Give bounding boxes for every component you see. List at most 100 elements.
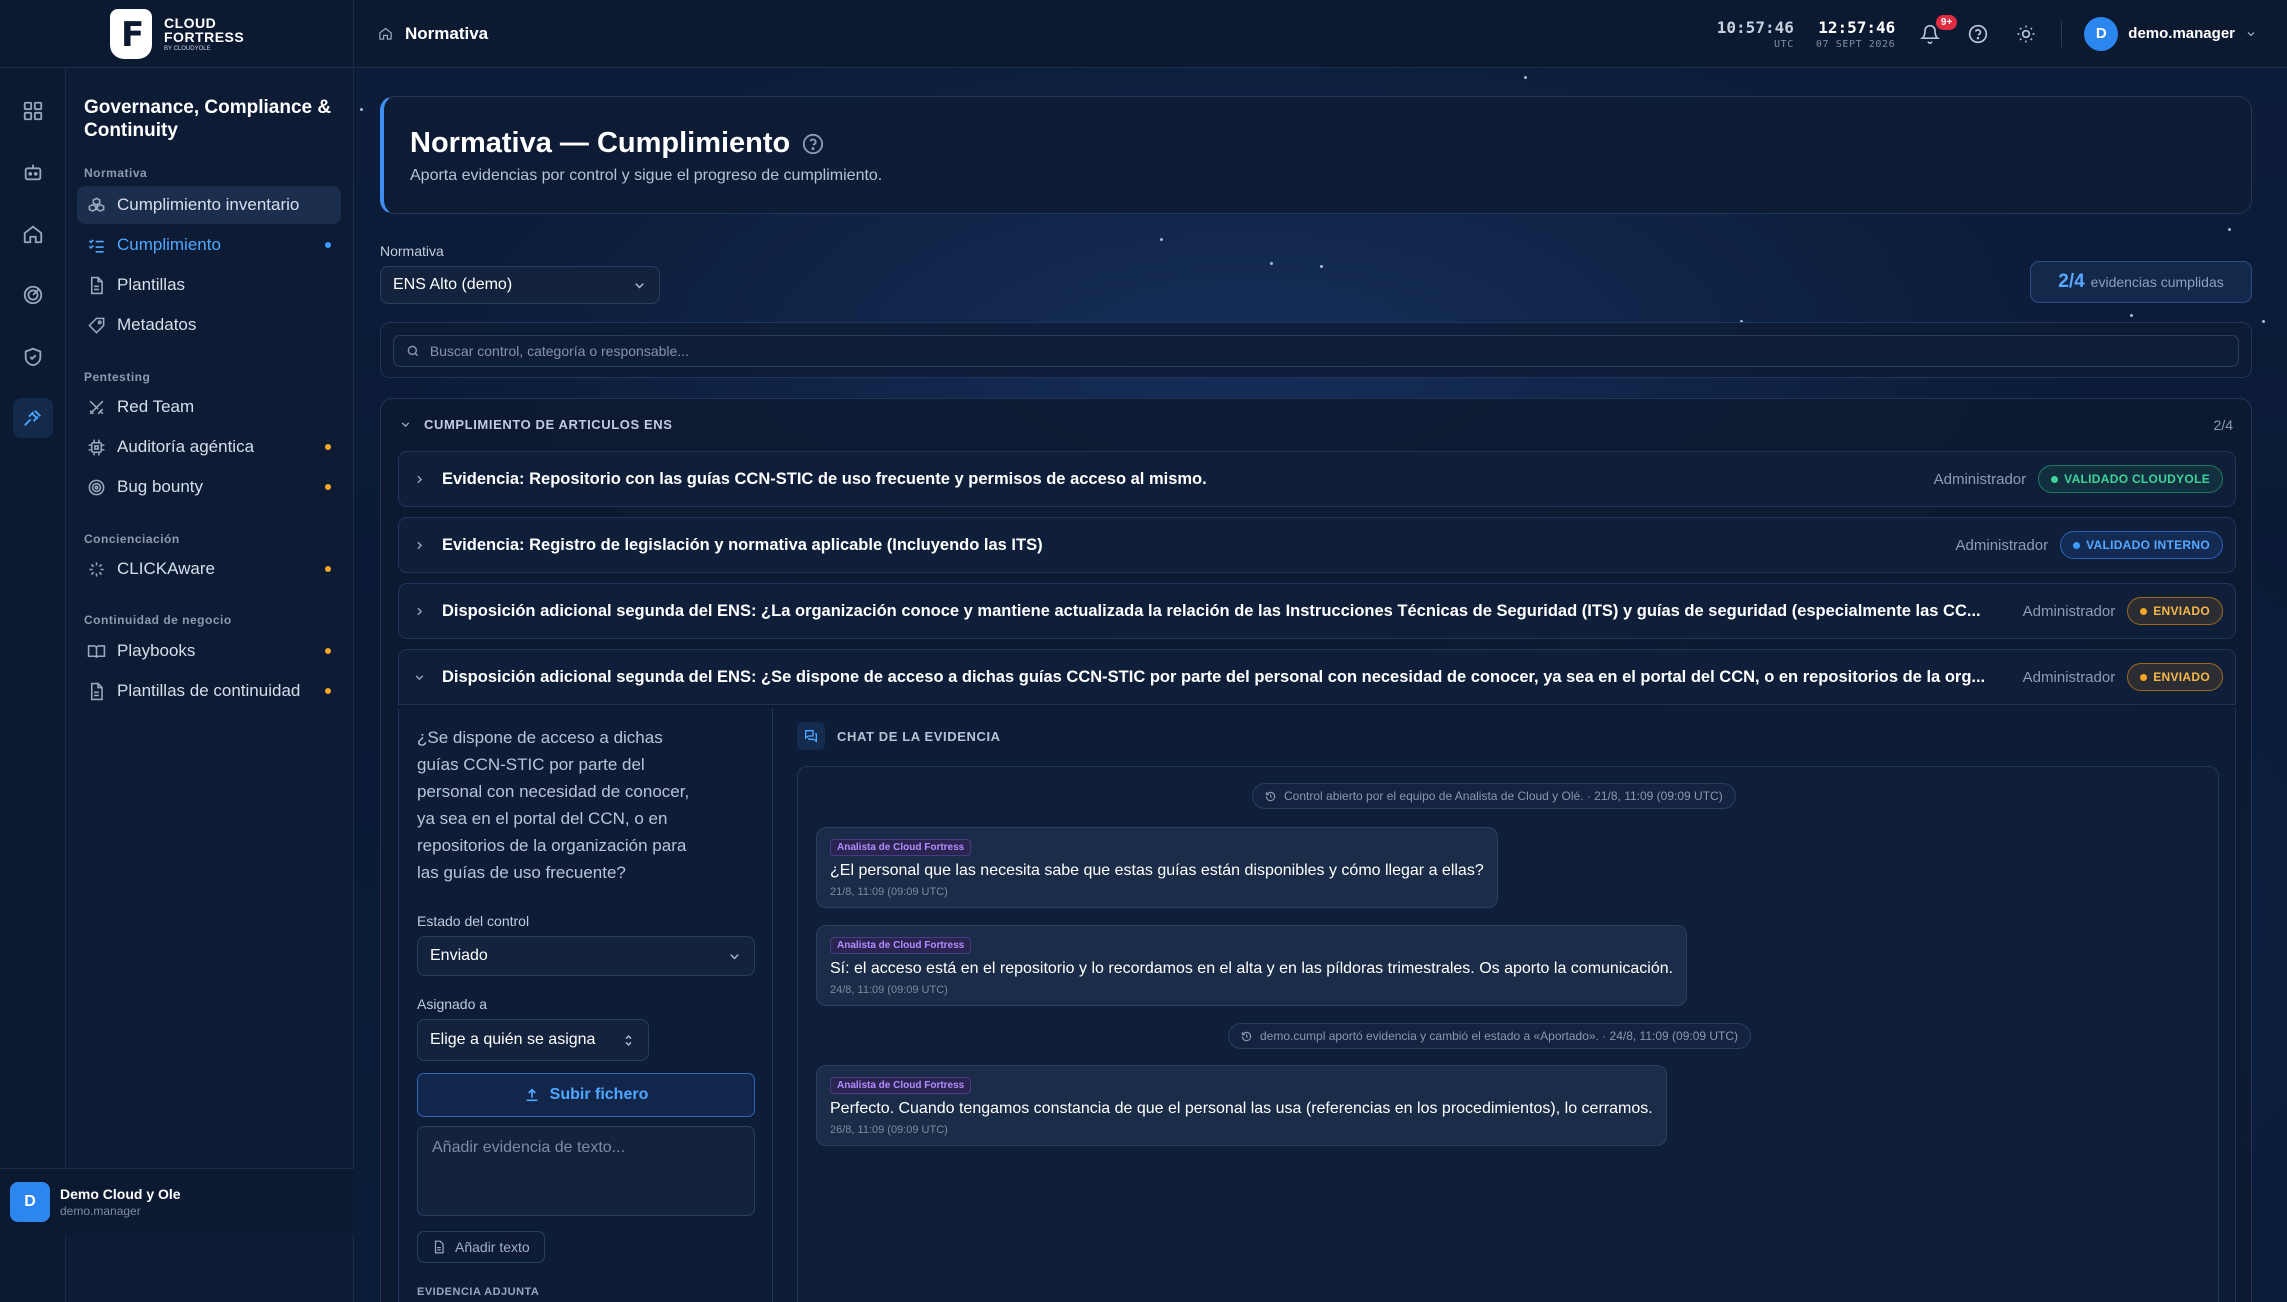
status-badge: ENVIADO <box>2127 663 2223 691</box>
upload-label: Subir fichero <box>549 1086 649 1103</box>
chevron-down-icon <box>415 674 424 680</box>
chat-title: CHAT DE LA EVIDENCIA <box>837 728 1001 744</box>
control-owner: Administrador <box>1955 536 2049 554</box>
sidebar-footer[interactable]: D Demo Cloud y Ole demo.manager <box>0 1168 354 1234</box>
file-icon <box>90 682 103 700</box>
status-badge: ENVIADO <box>2127 597 2223 625</box>
sidebar-item-metadatos[interactable]: Metadatos <box>77 306 341 344</box>
chevron-updown-icon <box>625 1034 632 1046</box>
user-name: demo.manager <box>2128 25 2235 42</box>
grid-icon <box>23 101 43 121</box>
control-row[interactable]: Evidencia: Registro de legislación y nor… <box>398 517 2236 573</box>
sidebar-item-clickaware[interactable]: CLICKAware <box>77 550 341 588</box>
panel-title: CUMPLIMIENTO DE ARTICULOS ENS <box>424 417 673 432</box>
control-row[interactable]: Disposición adicional segunda del ENS: ¿… <box>398 583 2236 639</box>
normativa-value: ENS Alto (demo) <box>393 276 513 293</box>
sidebar-item-plantillas[interactable]: Plantillas <box>77 266 341 304</box>
estado-select[interactable]: Enviado <box>417 936 755 976</box>
add-text-button[interactable]: Añadir texto <box>417 1231 545 1263</box>
rail-bot[interactable] <box>13 152 53 192</box>
control-title: Disposición adicional segunda del ENS: ¿… <box>442 667 1986 686</box>
divider <box>2061 20 2063 47</box>
page-title: Normativa — Cumplimiento <box>410 127 824 160</box>
system-event: demo.cumpl aportó evidencia y cambió el … <box>1228 1023 1752 1049</box>
search-field[interactable] <box>393 335 2239 367</box>
boxes-icon <box>88 196 105 212</box>
radar-icon <box>23 285 43 305</box>
brand-line1: CLOUD <box>164 14 217 31</box>
chat-message: Analista de Cloud Fortress ¿El personal … <box>816 827 1498 908</box>
file-icon <box>90 276 103 294</box>
evidence-summary-badge: 2/4 evidencias cumplidas <box>2030 261 2252 303</box>
sidebar-item-label: Plantillas de continuidad <box>117 681 301 700</box>
top-bar: CLOUD FORTRESS BY CLOUDYOLE Normativa 10… <box>0 0 2287 68</box>
asignado-value: Elige a quién se asigna <box>430 1031 596 1048</box>
robot-icon <box>24 164 42 181</box>
sender-tag: Analista de Cloud Fortress <box>830 937 972 954</box>
control-row-expanded[interactable]: Disposición adicional segunda del ENS: ¿… <box>398 649 2236 705</box>
brand-line2: FORTRESS <box>164 28 245 45</box>
rail-home[interactable] <box>13 214 53 254</box>
cloud-fortress-logo <box>110 8 152 59</box>
history-icon <box>1265 791 1276 801</box>
sidebar-item-cumplimiento[interactable]: Cumplimiento <box>77 226 341 264</box>
sender-tag: Analista de Cloud Fortress <box>830 839 972 856</box>
message-time: 24/8, 11:09 (09:09 UTC) <box>830 984 948 996</box>
sidebar-item-red-team[interactable]: Red Team <box>77 388 341 426</box>
page-title-text: Normativa — Cumplimiento <box>410 127 791 159</box>
chat-thread: Control abierto por el equipo de Analist… <box>797 766 2219 1302</box>
history-icon <box>1241 1031 1252 1041</box>
notification-badge: 9+ <box>1935 14 1958 30</box>
star <box>2262 320 2265 323</box>
help-icon[interactable] <box>802 133 824 155</box>
theme-toggle-button[interactable] <box>2013 21 2039 47</box>
list-check-icon <box>88 238 104 253</box>
message-text: Sí: el acceso está en el repositorio y l… <box>830 960 1674 977</box>
home-icon[interactable] <box>378 26 393 41</box>
control-question: ¿Se dispone de acceso a dichas guías CCN… <box>417 728 690 882</box>
page-header-card: Normativa — Cumplimiento Aporta evidenci… <box>380 96 2252 214</box>
system-event: Control abierto por el equipo de Analist… <box>1252 783 1736 809</box>
target-icon <box>88 479 105 495</box>
brand[interactable]: CLOUD FORTRESS BY CLOUDYOLE <box>0 0 354 68</box>
control-row[interactable]: Evidencia: Repositorio con las guías CCN… <box>398 451 2236 507</box>
chevron-down-icon <box>730 953 739 959</box>
rail-shield[interactable] <box>13 337 53 377</box>
control-owner: Administrador <box>1933 470 2027 488</box>
sidebar-item-auditoria-agentica[interactable]: Auditoría agéntica <box>77 428 341 466</box>
breadcrumb: Normativa <box>378 24 488 44</box>
help-button[interactable] <box>1965 21 1991 47</box>
sidebar-item-cumplimiento-inventario[interactable]: Cumplimiento inventario <box>77 186 341 224</box>
asignado-select[interactable]: Elige a quién se asigna <box>417 1019 649 1061</box>
sidebar-item-playbooks[interactable]: Playbooks <box>77 632 341 670</box>
rail-target[interactable] <box>13 275 53 315</box>
sidebar-title: Governance, Compliance & Continuity <box>84 97 332 141</box>
upload-file-button[interactable]: Subir fichero <box>417 1073 755 1117</box>
normativa-select[interactable]: ENS Alto (demo) <box>380 266 660 304</box>
swords-icon <box>89 400 104 414</box>
org-avatar: D <box>10 1181 50 1222</box>
sidebar: Governance, Compliance & Continuity Norm… <box>23 68 354 1302</box>
chevron-right-icon <box>417 607 423 615</box>
org-name: Demo Cloud y Ole <box>60 1185 181 1202</box>
sidebar-section-pentesting: Pentesting <box>84 370 151 384</box>
evidence-text-input[interactable] <box>417 1126 755 1216</box>
org-user: demo.manager <box>60 1203 141 1218</box>
sidebar-item-plantillas-continuidad[interactable]: Plantillas de continuidad <box>77 672 341 710</box>
rail-dashboard[interactable] <box>13 91 53 131</box>
notification-dot <box>325 648 331 654</box>
notifications-button[interactable]: 9+ <box>1917 14 1958 47</box>
avatar: D <box>2084 16 2119 51</box>
sidebar-item-label: Plantillas <box>117 275 186 294</box>
panel-count: 2/4 <box>2213 417 2233 433</box>
sidebar-item-label: CLICKAware <box>117 559 215 578</box>
control-title: Disposición adicional segunda del ENS: ¿… <box>442 601 1981 620</box>
message-time: 21/8, 11:09 (09:09 UTC) <box>830 886 948 898</box>
rail-governance[interactable] <box>13 398 53 438</box>
search-input[interactable] <box>429 343 2238 359</box>
clock-local: 12:57:46 07 SEPT 2026 <box>1815 17 1896 50</box>
sidebar-item-bug-bounty[interactable]: Bug bounty <box>77 468 341 506</box>
active-indicator-dot <box>325 242 331 248</box>
user-menu[interactable]: D demo.manager <box>2084 16 2257 51</box>
panel-header[interactable]: CUMPLIMIENTO DE ARTICULOS ENS <box>399 417 673 432</box>
